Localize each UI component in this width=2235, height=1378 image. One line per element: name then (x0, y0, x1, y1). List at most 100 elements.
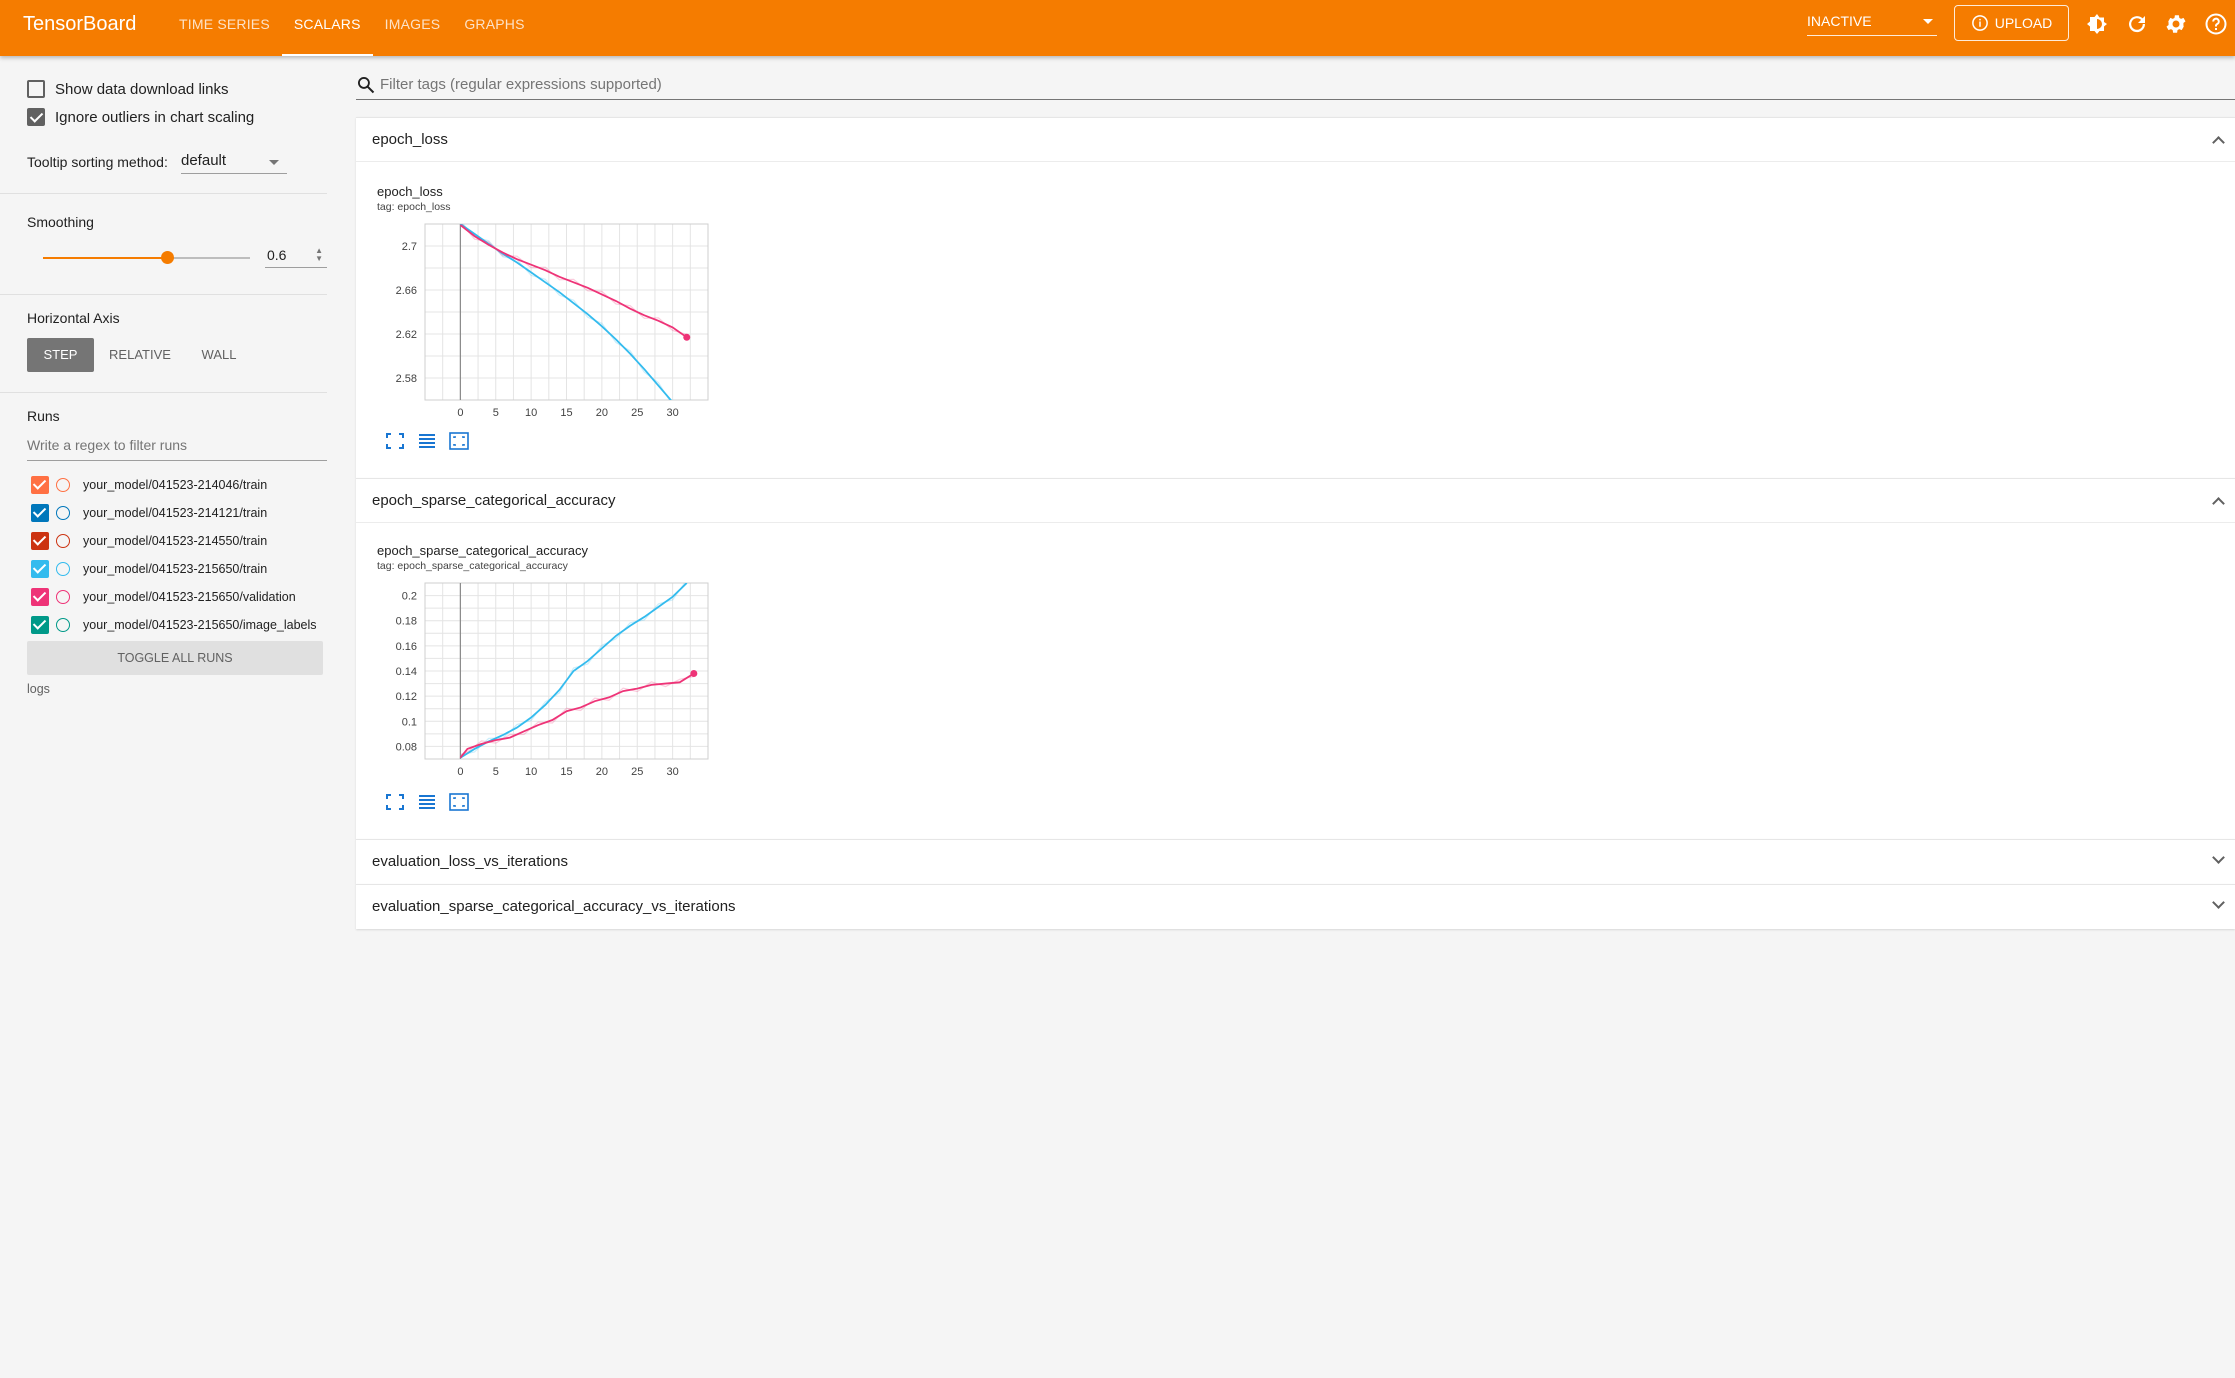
section-card: epoch_loss epoch_loss tag: epoch_loss 05… (356, 117, 2235, 478)
plugin-tabs: TIME SERIES SCALARS IMAGES GRAPHS (167, 0, 537, 56)
tab-images[interactable]: IMAGES (373, 0, 453, 56)
run-name: your_model/041523-214046/train (83, 478, 268, 492)
refresh-icon[interactable] (2125, 12, 2149, 36)
x-tick-label: 25 (631, 407, 643, 419)
dropdown-caret-icon (269, 160, 279, 165)
y-tick-label: 0.12 (396, 691, 417, 703)
run-color-picker[interactable] (56, 506, 70, 520)
run-checkbox[interactable] (31, 560, 49, 578)
tab-graphs[interactable]: GRAPHS (452, 0, 536, 56)
logs-directory-label: logs (27, 682, 50, 696)
toggle-log-scale-icon[interactable] (417, 432, 437, 450)
reload-status-select[interactable]: INACTIVE (1807, 10, 1937, 36)
run-checkbox[interactable] (31, 532, 49, 550)
fullscreen-icon[interactable] (385, 793, 405, 811)
divider (0, 392, 327, 393)
series-raw-line (461, 224, 687, 335)
section-header[interactable]: evaluation_loss_vs_iterations (356, 840, 2235, 884)
section-card: evaluation_loss_vs_iterations (356, 839, 2235, 884)
show-download-links-label: Show data download links (55, 80, 229, 98)
ignore-outliers-checkbox[interactable] (27, 108, 45, 126)
run-color-picker[interactable] (56, 534, 70, 548)
section-card: epoch_sparse_categorical_accuracy epoch_… (356, 478, 2235, 839)
series-raw-line (460, 583, 686, 756)
run-checkbox[interactable] (31, 588, 49, 606)
run-item[interactable]: your_model/041523-214550/train (31, 530, 267, 552)
series-line (459, 224, 688, 339)
toggle-log-scale-icon[interactable] (417, 793, 437, 811)
x-tick-label: 30 (667, 407, 679, 419)
x-tick-label: 10 (525, 766, 537, 778)
tag-filter-input[interactable]: Filter tags (regular expressions support… (356, 74, 2235, 100)
theme-toggle-icon[interactable] (2085, 12, 2109, 36)
collapse-chevron-icon[interactable] (2212, 497, 2225, 510)
run-name: your_model/041523-214121/train (83, 506, 268, 520)
upload-button[interactable]: UPLOAD (1954, 5, 2069, 41)
x-tick-label: 10 (525, 407, 537, 419)
epoch-loss-chart[interactable]: 0 5 10 15 20 25 30 2.58 2.62 2.66 2.7 (356, 118, 716, 428)
run-color-picker[interactable] (56, 618, 70, 632)
epoch-accuracy-chart[interactable]: 0 5 10 15 20 25 30 0.08 0.1 0.12 0.14 0.16 0.18 0.2 (356, 479, 716, 789)
expand-chevron-icon[interactable] (2212, 851, 2225, 864)
show-download-links-checkbox[interactable] (27, 80, 45, 98)
stepper-arrows-icon[interactable]: ▲ ▼ (315, 247, 323, 263)
tab-scalars[interactable]: SCALARS (281, 0, 373, 56)
run-item[interactable]: your_model/041523-215650/validation (31, 586, 296, 608)
runs-filter-input[interactable]: Write a regex to filter runs (27, 437, 327, 461)
fullscreen-icon[interactable] (385, 432, 405, 450)
help-icon[interactable] (2204, 12, 2228, 36)
info-icon (1971, 15, 1988, 31)
reload-status-value: INACTIVE (1807, 13, 1872, 29)
run-checkbox[interactable] (31, 616, 49, 634)
run-checkbox[interactable] (31, 504, 49, 522)
run-color-picker[interactable] (56, 478, 70, 492)
fit-domain-icon[interactable] (449, 793, 469, 811)
x-tick-label: 15 (560, 766, 572, 778)
dropdown-caret-icon (1923, 19, 1933, 24)
collapse-chevron-icon[interactable] (2212, 136, 2225, 149)
y-tick-label: 2.62 (396, 329, 417, 341)
smoothing-slider[interactable] (43, 251, 250, 264)
x-tick-label: 25 (631, 766, 643, 778)
tag-filter-placeholder: Filter tags (regular expressions support… (380, 76, 662, 93)
smoothing-label: Smoothing (27, 214, 94, 230)
axis-wall-button[interactable]: WALL (189, 338, 249, 372)
run-name: your_model/041523-214550/train (83, 534, 268, 548)
x-tick-label: 15 (560, 407, 572, 419)
run-item[interactable]: your_model/041523-214046/train (31, 474, 267, 496)
run-checkbox[interactable] (31, 476, 49, 494)
y-tick-label: 2.7 (402, 241, 417, 253)
run-item[interactable]: your_model/041523-214121/train (31, 502, 267, 524)
section-card: evaluation_sparse_categorical_accuracy_v… (356, 884, 2235, 929)
x-tick-label: 0 (457, 766, 463, 778)
y-tick-label: 2.58 (396, 373, 417, 385)
smoothing-slider-fill (43, 257, 168, 259)
run-item[interactable]: your_model/041523-215650/train (31, 558, 267, 580)
y-tick-label: 0.18 (396, 616, 417, 628)
tooltip-sorting-label: Tooltip sorting method: (27, 154, 168, 170)
app-title: TensorBoard (23, 13, 137, 35)
expand-chevron-icon[interactable] (2212, 896, 2225, 909)
section-header[interactable]: evaluation_sparse_categorical_accuracy_v… (356, 885, 2235, 929)
smoothing-input[interactable]: 0.6 ▲ ▼ (265, 244, 327, 268)
run-item[interactable]: your_model/041523-215650/image_labels (31, 614, 317, 636)
y-tick-label: 0.16 (396, 641, 417, 653)
run-color-picker[interactable] (56, 590, 70, 604)
divider (0, 193, 327, 194)
toggle-all-runs-button[interactable]: TOGGLE ALL RUNS (27, 641, 323, 675)
run-color-picker[interactable] (56, 562, 70, 576)
tab-time-series[interactable]: TIME SERIES (167, 0, 282, 56)
x-tick-label: 5 (493, 766, 499, 778)
ignore-outliers-option[interactable]: Ignore outliers in chart scaling (27, 108, 254, 126)
show-download-links-option[interactable]: Show data download links (27, 80, 228, 98)
horizontal-axis-label: Horizontal Axis (27, 310, 120, 326)
tooltip-sorting-select[interactable]: default (181, 152, 287, 174)
chart-tools (385, 432, 469, 450)
settings-icon[interactable] (2164, 12, 2188, 36)
last-point-marker (683, 333, 691, 341)
fit-domain-icon[interactable] (449, 432, 469, 450)
y-tick-label: 0.08 (396, 741, 417, 753)
axis-step-button[interactable]: STEP (27, 338, 94, 372)
smoothing-slider-thumb[interactable] (161, 251, 175, 264)
axis-relative-button[interactable]: RELATIVE (101, 338, 179, 372)
